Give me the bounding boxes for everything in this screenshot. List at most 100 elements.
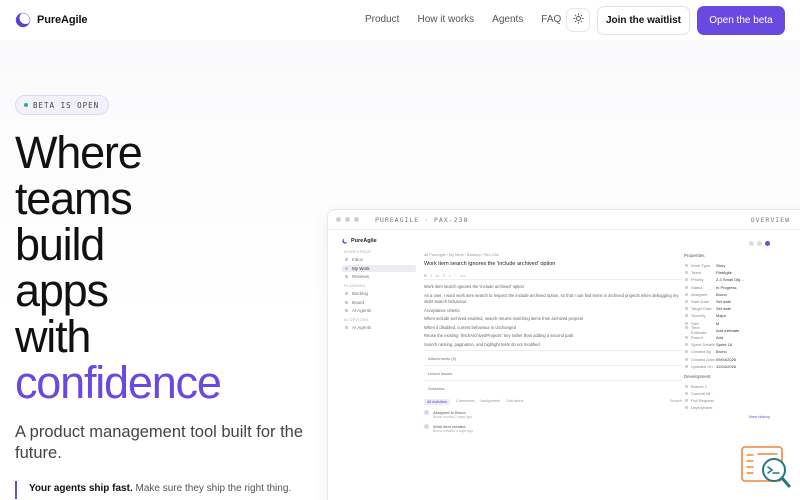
open-beta-button[interactable]: Open the beta [697,6,785,35]
property-key: Sprint Details [684,342,716,347]
join-waitlist-button[interactable]: Join the waitlist [597,6,690,35]
preview-brand-name: PureAgile [351,238,377,244]
property-row: Sprint Details Sprint 18 [684,341,770,348]
bullet-list-icon: • [449,273,451,278]
property-value: Add [716,334,724,340]
chat-widget-icon[interactable] [741,446,791,490]
property-key: Status [684,285,716,290]
tab-all-activities: All Activities [424,399,451,405]
property-row: Parent Add [684,334,770,341]
code-icon: </> [459,273,466,278]
tagline-rest: Make sure they ship the right thing. [135,483,292,494]
property-row: Created By Bruno [684,348,770,355]
property-value: 12/04/2026 [716,363,737,369]
preview-top-icons [749,241,770,246]
sun-icon [572,11,584,29]
primary-links: Product How it works Agents FAQ [365,14,579,25]
align-icon: ≡ [442,273,446,278]
development-item: Deployment [684,404,770,411]
preview-issue-detail: All PureAgile / My Work / Backlog / PAX-… [424,253,682,438]
status-dot-icon [24,103,28,107]
property-value: Set date [716,299,731,305]
property-value: Major [716,313,727,319]
property-value: PlatAgile [716,270,732,276]
criteria-item: When it disabled, current behaviour is u… [424,324,516,330]
activity-tabs: All Activities Comments Assignment Sub-i… [424,399,682,405]
property-value: Sprint 18 [716,342,733,348]
development-heading: Development [684,373,711,379]
properties-heading: Properties [684,253,705,258]
property-value: Add estimate [716,327,740,333]
overview-tab[interactable]: OVERVIEW [751,216,790,224]
notification-icon [749,241,754,246]
preview-sidebar: PureAgile WORKSPACE Inbox My Work Review… [342,238,416,333]
development-label: Pull Request [684,398,716,403]
headline-line: teams [15,173,133,224]
hero-subtitle: A product management tool built for the … [15,423,304,462]
property-key: Parent [684,335,716,340]
nav-link-agents[interactable]: Agents [492,14,523,25]
nav-link-faq[interactable]: FAQ [541,14,561,25]
italic-icon: I [430,273,432,278]
brand-name: PureAgile [37,14,88,26]
development-label: Deployment [684,405,716,410]
tab-comments: Comments [456,399,475,403]
properties-panel: Properties Work Type Story Team PlatAgile Pr… [684,253,770,419]
property-value: 09/04/2026 [716,356,737,362]
issue-description: As a user, I want work item search to re… [424,292,679,305]
bold-icon: B [424,273,427,278]
preview-title-bar: PUREAGILE · PAX-238 OVERVIEW [328,210,800,230]
development-item: Branch 1 [684,383,770,390]
sidebar-item-board: Board [342,299,416,306]
nav-link-product[interactable]: Product [365,14,399,25]
property-row: Team PlatAgile [684,269,770,276]
preview-brand: PureAgile [342,238,416,244]
sidebar-section-label: WORKSPACE [344,250,372,254]
view-history-link: View history [748,413,771,419]
development-item: Pull Request [684,397,770,404]
property-value: In Progress [716,284,737,290]
acceptance-heading: Acceptance criteria [424,307,460,313]
sidebar-item-backlog: Backlog [342,290,416,297]
property-row: Work Type Story [684,262,770,269]
window-dot-icon [354,217,359,222]
attachments-section: Attachments (0) [424,350,682,365]
brand-logo[interactable]: PureAgile [15,12,88,28]
property-value: M [716,320,720,326]
avatar [424,410,429,415]
app-preview-window: PUREAGILE · PAX-238 OVERVIEW PureAgile W… [327,209,800,500]
property-key: Target Date [684,306,716,311]
property-key: Assignee [684,292,716,297]
beta-badge: BETA IS OPEN [15,95,110,115]
property-row: Start Date Set date [684,298,770,305]
crescent-logo-icon [342,238,348,244]
criteria-item: Reuse the existing `fetchArchivedProject… [424,333,574,338]
sidebar-item-ai-agents: AI Agents [342,307,416,314]
subtasks-section: Subtasks [424,380,682,395]
sidebar-section-label: AI OPTIONS [344,318,369,322]
sidebar-item-inbox: Inbox [342,256,416,263]
top-nav: PureAgile Product How it works Agents FA… [0,0,800,40]
development-item: Commit 28 [684,390,770,397]
property-value: Story [716,263,726,269]
property-row: Updated On 12/04/2026 [684,363,770,370]
headline-accent: confidence [15,357,222,408]
property-row: Priority 2-3 Small Obj… [684,276,770,283]
criteria-item: Search ranking, pagination, and highligh… [424,341,540,347]
sidebar-section-label: PLANNING [344,284,366,288]
headline-line: Where [15,127,143,178]
editor-toolbar: B I U ≡ • “ </> [424,272,682,280]
development-label: Branch 1 [684,384,716,389]
sidebar-item-reviews: Reviews [342,273,416,280]
theme-toggle-button[interactable] [566,8,590,32]
activity-entry: Work item created Bruno created 4 days ag… [424,424,682,433]
tab-sub-items: Sub-items [506,399,524,403]
hero-tagline: Your agents ship fast. Make sure they sh… [15,481,291,499]
property-key: Start Date [684,299,716,304]
property-value: Bruno [716,291,727,297]
breadcrumb: All PureAgile / My Work / Backlog / PAX-… [424,253,499,257]
nav-link-how-it-works[interactable]: How it works [417,14,474,25]
headline-line: apps [15,265,109,316]
property-key: Work Type [684,263,716,268]
underline-icon: U [435,273,439,278]
